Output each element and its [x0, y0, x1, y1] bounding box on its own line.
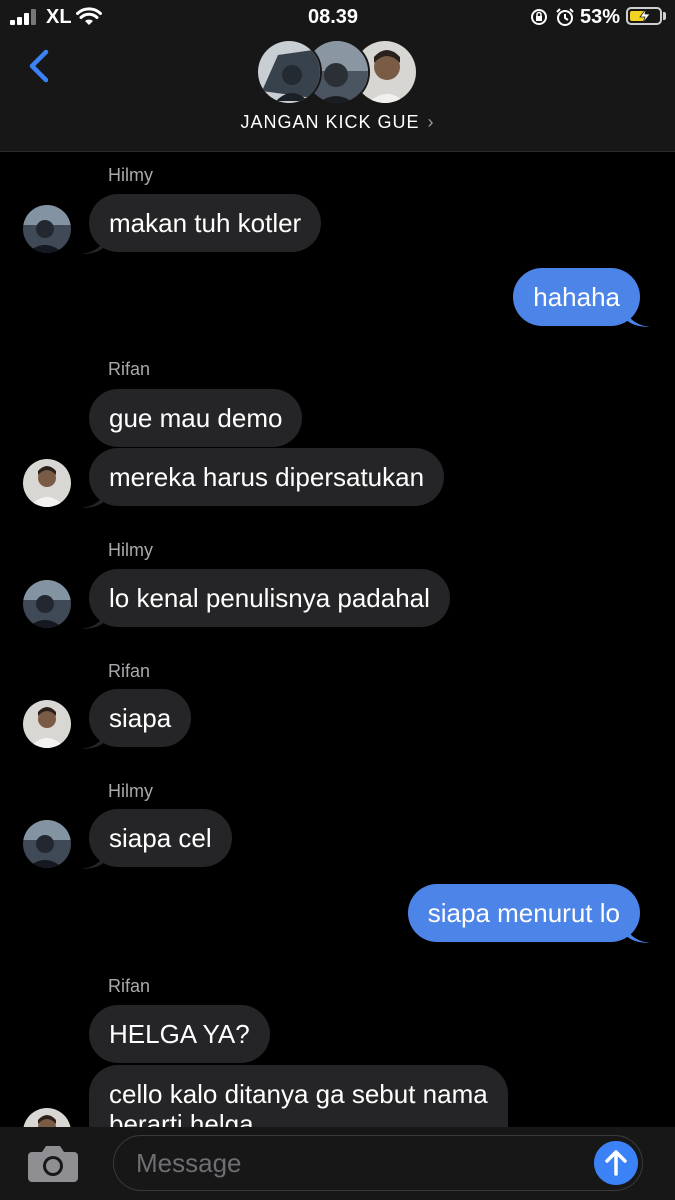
bubble-tail [624, 303, 650, 327]
charging-bolt-icon [639, 9, 651, 23]
message-bubble-outgoing[interactable]: siapa menurut lo [407, 884, 640, 942]
group-avatar-1 [256, 39, 322, 105]
message-field[interactable] [113, 1135, 643, 1191]
message-input[interactable] [136, 1148, 576, 1178]
sender-name: Rifan [108, 661, 151, 681]
back-chevron-icon[interactable] [22, 46, 62, 86]
message-bubble[interactable]: siapa cel [89, 809, 232, 867]
message-bubble[interactable]: gue mau demo [89, 389, 303, 447]
carrier-label: XL [46, 6, 72, 28]
message-text: siapa [109, 703, 172, 733]
message-text-line: cello kalo ditanya ga sebut nama [109, 1079, 488, 1109]
avatar-hilmy [23, 820, 71, 868]
chat-screen: XL 08.39 53% JANGAN KICK GUE › Hilmy mak… [0, 0, 675, 1200]
avatar-hilmy [23, 205, 71, 253]
camera-icon[interactable] [26, 1144, 80, 1184]
group-avatar-stack[interactable] [256, 39, 420, 107]
bubble-tail [624, 919, 650, 943]
message-bubble[interactable]: HELGA YA? [89, 1005, 270, 1063]
sender-name: Rifan [108, 976, 151, 996]
message-text: siapa cel [109, 823, 212, 853]
alarm-icon [556, 8, 574, 26]
wifi-icon [76, 7, 102, 25]
orientation-lock-icon [531, 9, 547, 25]
message-text: hahaha [533, 282, 620, 312]
message-bubble-outgoing[interactable]: hahaha [513, 268, 640, 326]
battery-nub [663, 12, 666, 20]
message-text: siapa menurut lo [427, 898, 620, 928]
group-name: JANGAN KICK GUE [240, 112, 420, 132]
sender-name: Hilmy [108, 781, 153, 801]
group-name-button[interactable]: JANGAN KICK GUE › [0, 112, 675, 133]
battery-percent: 53% [580, 6, 621, 28]
message-text: mereka harus dipersatukan [109, 462, 425, 492]
battery-icon [626, 7, 662, 25]
composer-bar [0, 1127, 675, 1200]
sender-name: Hilmy [108, 165, 153, 185]
chat-header: JANGAN KICK GUE › [0, 34, 675, 152]
message-text: HELGA YA? [109, 1019, 250, 1049]
avatar-rifan [23, 459, 71, 507]
avatar-rifan [23, 700, 71, 748]
message-bubble[interactable]: makan tuh kotler [89, 194, 322, 252]
message-bubble[interactable]: siapa [89, 689, 192, 747]
message-text: makan tuh kotler [109, 208, 302, 238]
chevron-right-icon: › [427, 112, 435, 132]
message-text: lo kenal penulisnya padahal [109, 583, 430, 613]
message-bubble[interactable]: mereka harus dipersatukan [89, 448, 445, 506]
clock: 08.39 [308, 6, 359, 28]
message-text: gue mau demo [109, 403, 283, 433]
status-bar: XL 08.39 53% [0, 0, 675, 34]
sender-name: Rifan [108, 359, 151, 379]
message-bubble[interactable]: lo kenal penulisnya padahal [89, 569, 450, 627]
send-arrow-icon[interactable] [594, 1141, 638, 1185]
avatar-hilmy [23, 580, 71, 628]
sender-name: Hilmy [108, 540, 153, 560]
cellular-signal-icon [10, 9, 40, 25]
